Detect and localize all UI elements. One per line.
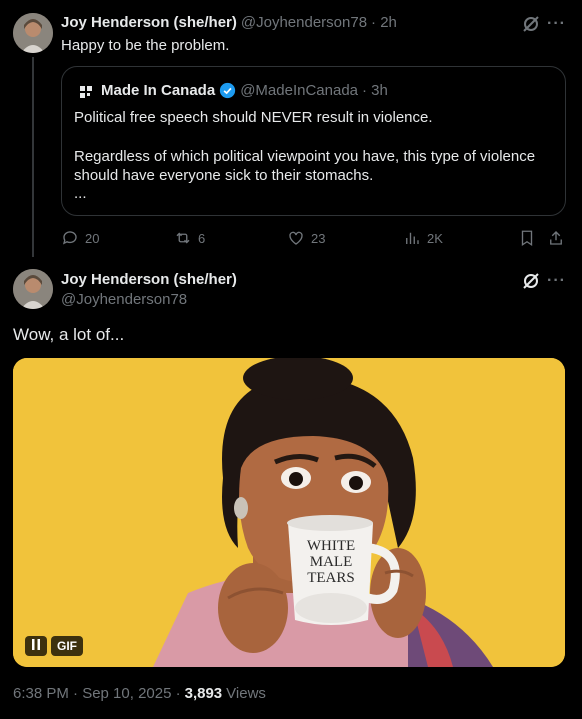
author-handle[interactable]: @Joyhenderson78 [61,291,187,308]
quote-ellipsis: ... [74,185,87,202]
tweet-text: Happy to be the problem. [61,37,230,54]
mug-text-3: TEARS [307,570,355,586]
more-icon[interactable]: ··· [547,272,566,290]
pause-icon[interactable] [25,636,47,656]
reply-icon [62,231,77,245]
views-total: 3,893 [184,685,223,702]
like-button[interactable]: 23 [287,229,325,247]
views-count: 2K [427,230,443,246]
post-timestamp[interactable]: 6:38 PM · Sep 10, 2025 · [13,685,181,702]
more-icon[interactable]: ··· [547,15,566,33]
mug-text-1: WHITE [307,538,355,554]
author-name[interactable]: Joy Henderson (she/her) [61,271,237,288]
quote-author-name[interactable]: Made In Canada [101,82,215,99]
grok-icon[interactable] [521,271,541,296]
reply-count: 20 [85,230,100,246]
heart-icon [289,231,303,245]
like-count: 23 [311,230,326,246]
verified-icon [219,82,236,99]
quote-avatar[interactable] [76,82,96,102]
share-icon [550,231,562,245]
quote-card[interactable]: Made In Canada @MadeInCanada · 3h Politi… [61,66,566,216]
share-button[interactable] [547,229,565,247]
author-name[interactable]: Joy Henderson (she/her) [61,14,237,31]
author-handle[interactable]: @Joyhenderson78 [241,14,367,31]
views-button[interactable]: 2K [403,229,443,247]
quote-text-2: Regardless of which political viewpoint … [74,148,536,184]
mug-text-2: MALE [310,554,353,570]
avatar[interactable] [13,269,53,309]
views-icon [406,232,419,244]
gif-media[interactable]: WHITE MALE TEARS GIF [13,358,565,667]
gif-controls: GIF [25,636,83,656]
tweet-text: Wow, a lot of... [13,325,125,344]
post-time[interactable]: · 2h [371,14,397,31]
gif-illustration: WHITE MALE TEARS [13,358,565,667]
views-label: Views [226,685,266,702]
repost-count: 6 [198,230,206,246]
gif-label: GIF [51,636,83,656]
quote-text-1: Political free speech should NEVER resul… [74,109,433,126]
avatar[interactable] [13,13,53,53]
reply-button[interactable]: 20 [61,229,99,247]
bookmark-icon [521,230,533,247]
quote-time[interactable]: · 3h [362,82,388,99]
repost-button[interactable]: 6 [174,229,205,247]
quote-author-handle[interactable]: @MadeInCanada [240,82,358,99]
repost-icon [176,232,190,244]
grok-icon[interactable] [521,14,541,39]
thread-line [32,57,34,257]
bookmark-button[interactable] [518,229,536,247]
